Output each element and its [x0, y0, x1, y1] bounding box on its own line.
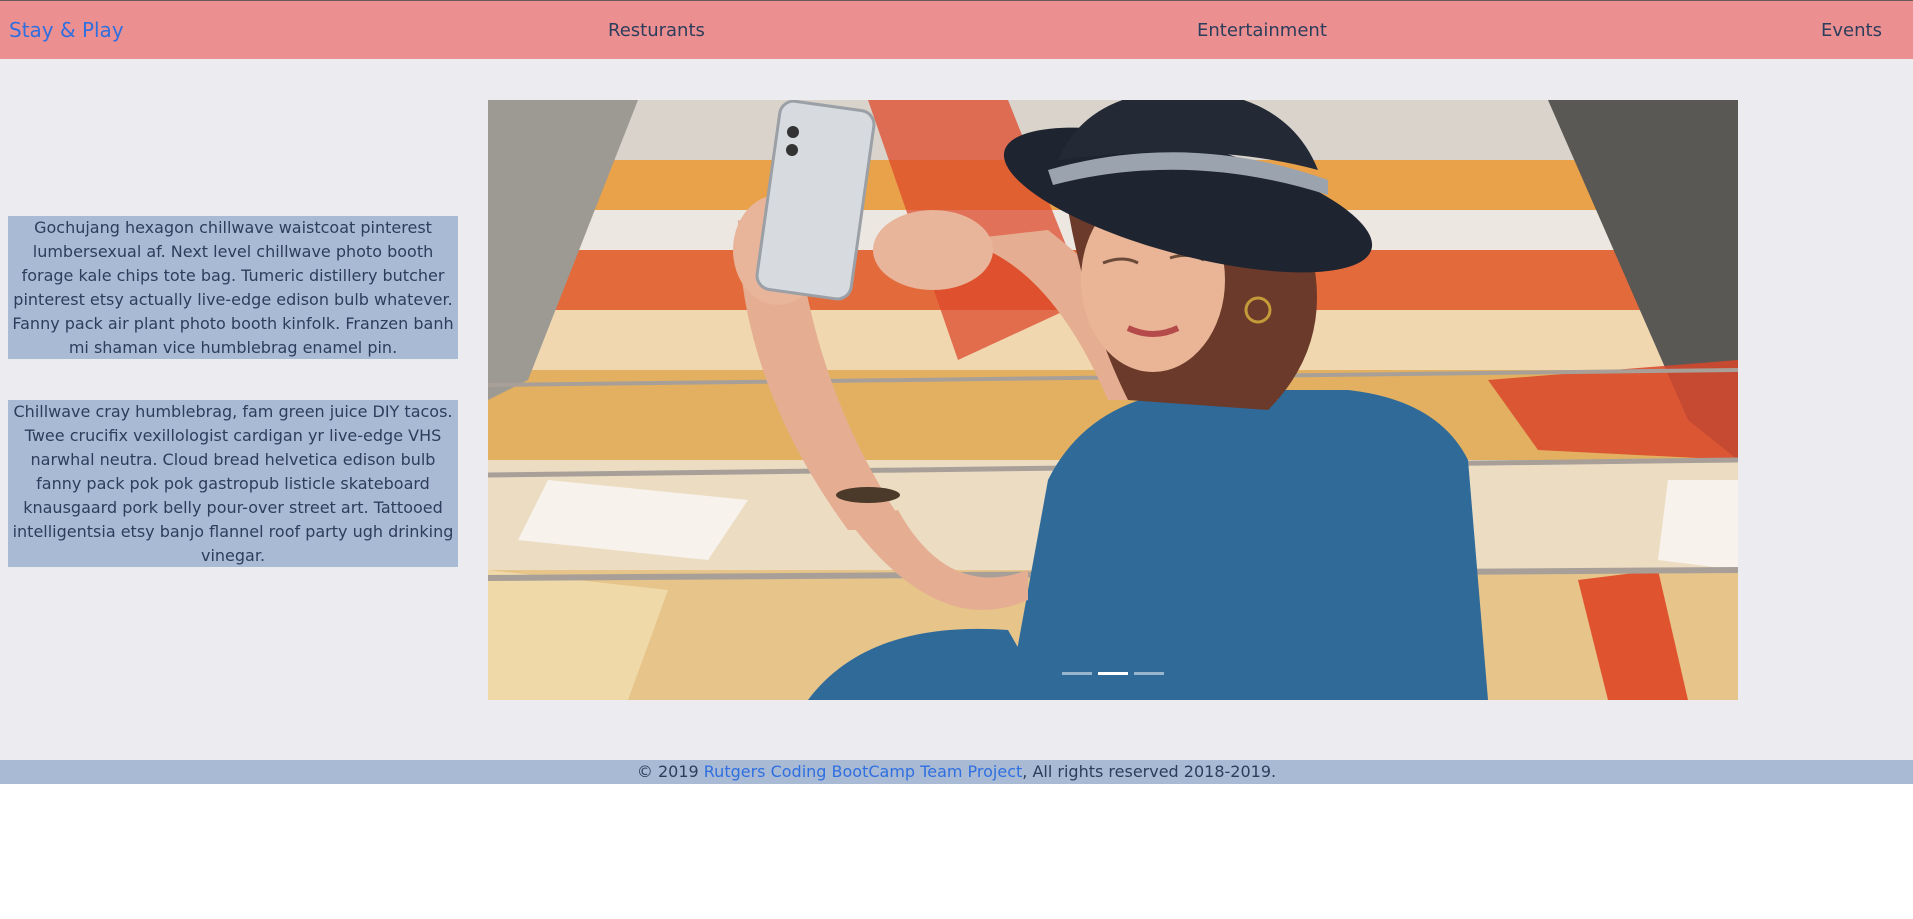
nav-link-entertainment[interactable]: Entertainment: [1197, 20, 1327, 41]
info-paragraph-1: Gochujang hexagon chillwave waistcoat pi…: [8, 216, 458, 359]
carousel-indicator-3[interactable]: [1134, 672, 1164, 675]
top-navbar: Stay & Play Resturants Entertainment Eve…: [0, 0, 1913, 59]
main-content: Gochujang hexagon chillwave waistcoat pi…: [0, 59, 1913, 760]
nav-link-restaurants[interactable]: Resturants: [608, 20, 705, 41]
footer: © 2019 Rutgers Coding BootCamp Team Proj…: [0, 760, 1913, 784]
info-paragraph-2: Chillwave cray humblebrag, fam green jui…: [8, 400, 458, 567]
carousel-indicators: [488, 672, 1738, 675]
footer-rights: , All rights reserved 2018-2019.: [1022, 762, 1277, 781]
nav-link-events[interactable]: Events: [1821, 20, 1882, 41]
footer-copyright: © 2019: [636, 762, 704, 781]
footer-project-link[interactable]: Rutgers Coding BootCamp Team Project: [704, 762, 1023, 781]
image-carousel[interactable]: [488, 100, 1738, 700]
carousel-slide-image: [488, 100, 1738, 700]
carousel-indicator-2[interactable]: [1098, 672, 1128, 675]
brand-link[interactable]: Stay & Play: [9, 18, 124, 42]
carousel-indicator-1[interactable]: [1062, 672, 1092, 675]
page: Stay & Play Resturants Entertainment Eve…: [0, 0, 1913, 919]
